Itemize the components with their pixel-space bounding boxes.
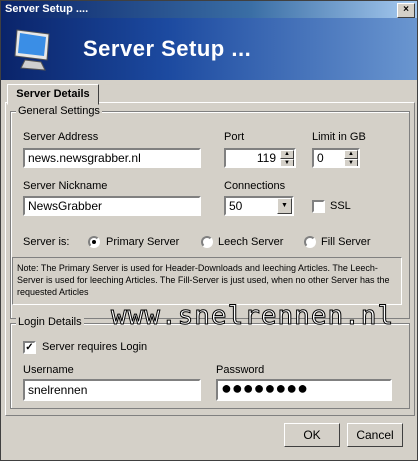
nickname-input[interactable]: NewsGrabber [23,196,201,216]
radio-primary-server[interactable] [88,236,100,248]
requires-login-label: Server requires Login [42,341,148,353]
port-stepper[interactable]: 119 ▲ ▼ [224,148,296,168]
radio-fill-label: Fill Server [321,236,371,248]
ssl-label: SSL [330,200,351,212]
nickname-label: Server Nickname [23,180,108,192]
tab-server-details[interactable]: Server Details [7,84,99,105]
window-title: Server Setup .... [5,3,89,15]
radio-primary-label: Primary Server [106,236,180,248]
username-input[interactable]: snelrennen [23,379,201,401]
username-label: Username [23,364,74,376]
watermark: www.snelrennen.nl [110,301,395,332]
connections-label: Connections [224,180,286,192]
login-details-label: Login Details [16,316,84,328]
cancel-button[interactable]: Cancel [347,423,403,447]
radio-leech-server[interactable] [201,236,213,248]
radio-fill-server[interactable] [304,236,316,248]
limit-value: 0 [317,151,324,165]
tab-panel: General Settings Server Address news.new… [5,102,415,416]
password-label: Password [216,364,265,376]
limit-spinner[interactable]: ▲ ▼ [344,150,358,166]
port-value: 119 [256,151,276,165]
spin-down-icon[interactable]: ▼ [280,159,294,166]
chevron-down-icon[interactable]: ▼ [277,198,292,214]
monitor-icon [14,29,50,71]
ssl-checkbox[interactable] [312,200,325,213]
spin-up-icon[interactable]: ▲ [280,150,294,159]
ok-button[interactable]: OK [284,423,340,447]
server-type-note: Note: The Primary Server is used for Hea… [12,257,402,305]
connections-value: 50 [229,199,243,213]
server-setup-window: Server Setup .... × Server Setup ... Ser… [0,0,418,461]
close-icon[interactable]: × [397,3,415,18]
general-settings-label: General Settings [16,105,102,117]
limit-label: Limit in GB [312,131,366,143]
title-bar[interactable]: Server Setup .... × [1,1,417,18]
requires-login-checkbox[interactable]: ✓ [23,341,36,354]
banner-title: Server Setup ... [83,36,252,61]
header-banner: Server Setup ... [1,18,417,80]
connections-select[interactable]: 50 ▼ [224,196,294,216]
server-is-label: Server is: [23,236,70,248]
port-spinner[interactable]: ▲ ▼ [280,150,294,166]
spin-up-icon[interactable]: ▲ [344,150,358,159]
spin-down-icon[interactable]: ▼ [344,159,358,166]
port-label: Port [224,131,245,143]
password-input[interactable]: ●●●●●●●● [216,379,392,401]
server-address-label: Server Address [23,131,99,143]
server-address-input[interactable]: news.newsgrabber.nl [23,148,201,168]
radio-leech-label: Leech Server [218,236,284,248]
limit-stepper[interactable]: 0 ▲ ▼ [312,148,360,168]
